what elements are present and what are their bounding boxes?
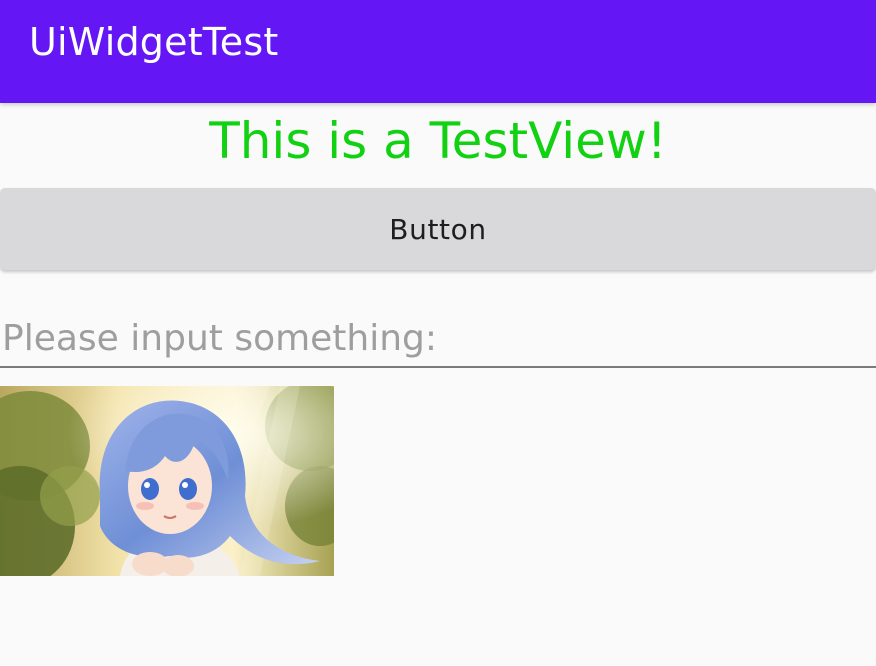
app-bar: UiWidgetTest bbox=[0, 0, 876, 103]
text-input[interactable] bbox=[2, 312, 862, 364]
anime-girl-image bbox=[0, 386, 334, 576]
app-title: UiWidgetTest bbox=[29, 20, 279, 64]
image-view bbox=[0, 386, 334, 576]
edit-text-container[interactable] bbox=[0, 308, 876, 368]
button-label: Button bbox=[389, 212, 487, 246]
test-view-text: This is a TestView! bbox=[209, 112, 667, 170]
button[interactable]: Button bbox=[0, 188, 876, 270]
